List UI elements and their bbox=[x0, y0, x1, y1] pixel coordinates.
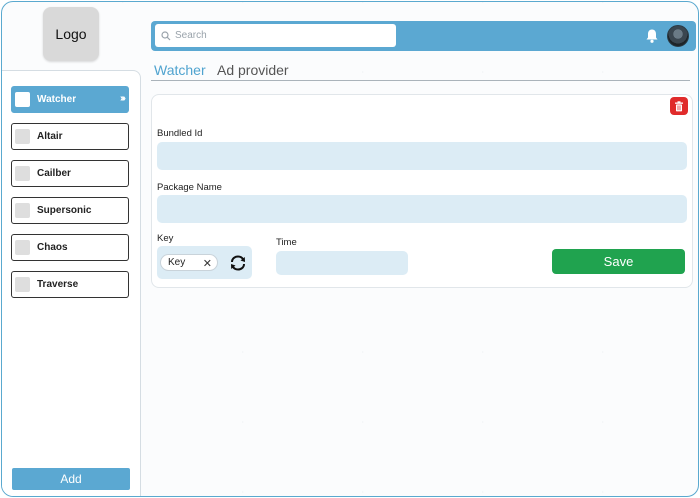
time-field[interactable] bbox=[276, 251, 408, 275]
key-field[interactable]: Key ✕ bbox=[157, 246, 252, 279]
refresh-icon[interactable] bbox=[229, 254, 247, 272]
tab-divider bbox=[151, 80, 690, 81]
sidebar-item-traverse[interactable]: Traverse bbox=[11, 271, 129, 298]
sidebar-item-supersonic[interactable]: Supersonic bbox=[11, 197, 129, 224]
search-icon bbox=[161, 30, 171, 40]
bundled-id-label: Bundled Id bbox=[157, 128, 203, 139]
trash-icon bbox=[675, 100, 683, 111]
sidebar-item-altair[interactable]: Altair bbox=[11, 123, 129, 150]
package-name-label: Package Name bbox=[157, 182, 222, 193]
add-button[interactable]: Add bbox=[12, 468, 130, 490]
save-button[interactable]: Save bbox=[552, 249, 685, 274]
search-box[interactable] bbox=[155, 24, 396, 47]
key-chip-label: Key bbox=[168, 257, 186, 268]
key-label: Key bbox=[157, 233, 174, 244]
avatar[interactable] bbox=[667, 25, 689, 47]
sidebar-item-watcher[interactable]: Watcher ››› bbox=[11, 86, 129, 113]
chevron-right-double-icon: ››› bbox=[120, 93, 126, 104]
key-chip: Key ✕ bbox=[160, 254, 218, 271]
sidebar-item-label: Cailber bbox=[37, 168, 71, 179]
header-bar bbox=[151, 21, 696, 51]
checkbox[interactable] bbox=[15, 129, 30, 144]
bell-icon[interactable] bbox=[645, 28, 659, 44]
checkbox[interactable] bbox=[15, 92, 30, 107]
sidebar-item-chaos[interactable]: Chaos bbox=[11, 234, 129, 261]
watcher-form-card: Bundled Id Package Name Key Key ✕ Time S… bbox=[151, 94, 693, 288]
app-frame: Logo Watcher ››› Altair Cailber Superson… bbox=[1, 1, 699, 497]
sidebar-item-label: Altair bbox=[37, 131, 63, 142]
sidebar-item-label: Traverse bbox=[37, 279, 79, 290]
bundled-id-field[interactable] bbox=[157, 142, 687, 170]
checkbox[interactable] bbox=[15, 166, 30, 181]
delete-button[interactable] bbox=[670, 97, 688, 115]
package-name-field[interactable] bbox=[157, 195, 687, 223]
time-label: Time bbox=[276, 237, 297, 248]
sidebar-item-cailber[interactable]: Cailber bbox=[11, 160, 129, 187]
tab-ad-provider[interactable]: Ad provider bbox=[217, 62, 289, 78]
search-input[interactable] bbox=[175, 30, 375, 41]
sidebar-item-label: Chaos bbox=[37, 242, 68, 253]
checkbox[interactable] bbox=[15, 277, 30, 292]
sidebar: Watcher ››› Altair Cailber Supersonic Ch… bbox=[2, 70, 141, 496]
sidebar-item-label: Watcher bbox=[37, 94, 77, 105]
checkbox[interactable] bbox=[15, 240, 30, 255]
checkbox[interactable] bbox=[15, 203, 30, 218]
tab-watcher[interactable]: Watcher bbox=[154, 62, 206, 78]
sidebar-item-label: Supersonic bbox=[37, 205, 92, 216]
close-icon[interactable]: ✕ bbox=[203, 257, 212, 270]
logo: Logo bbox=[43, 7, 99, 61]
